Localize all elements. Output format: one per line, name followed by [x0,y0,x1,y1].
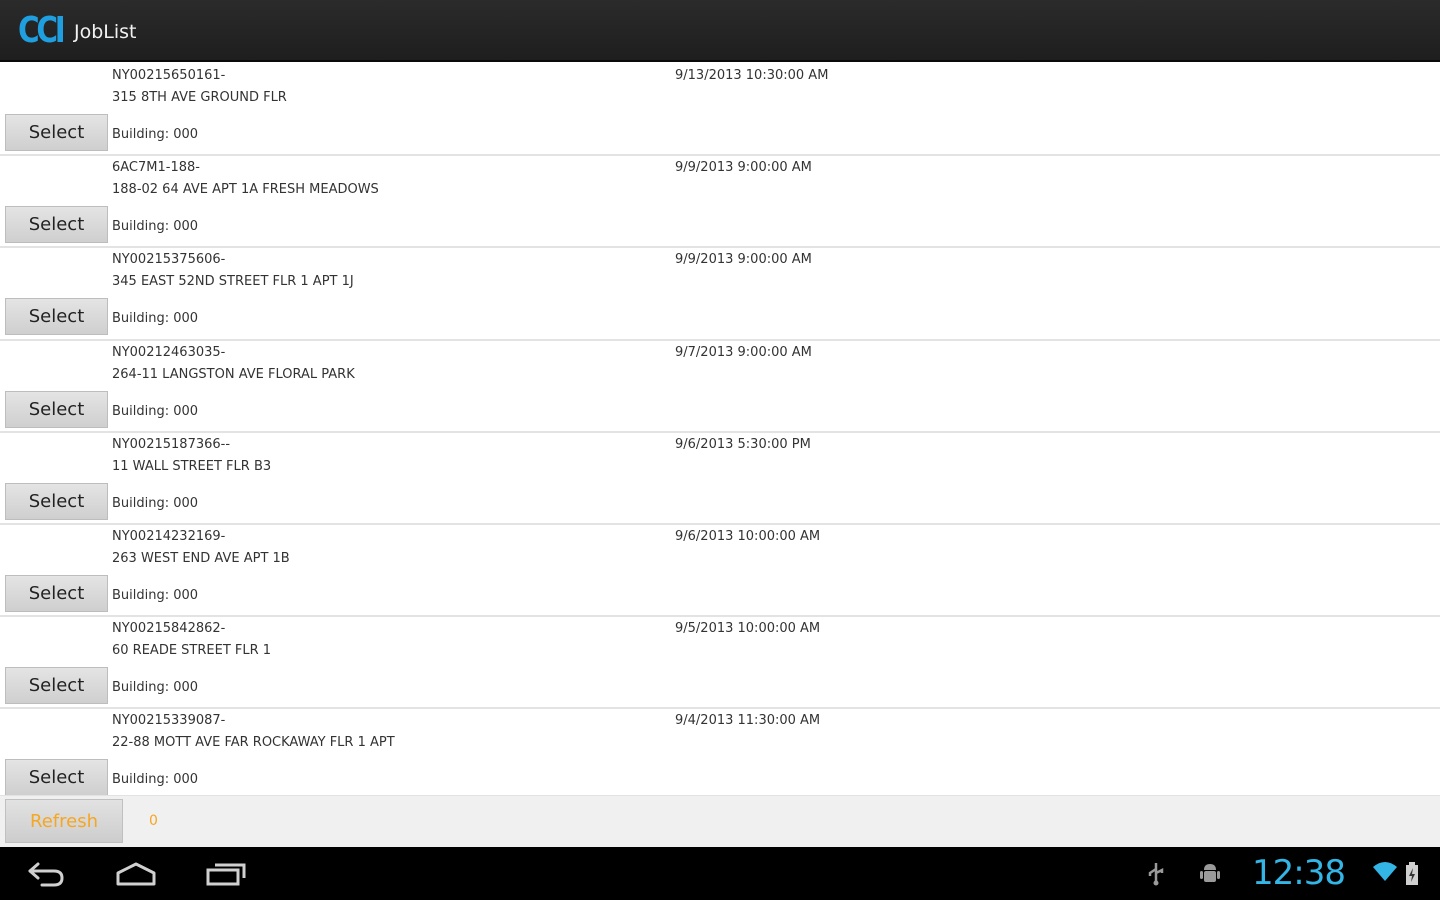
select-button[interactable]: Select [5,390,108,428]
select-button[interactable]: Select [5,114,108,151]
job-id: 6AC7M1-188- [112,160,200,176]
cci-logo: CCI [18,10,66,51]
job-id: NY00215842862- [112,621,226,637]
job-date: 9/9/2013 9:00:00 AM [675,252,812,268]
job-building: Building: 000 [112,772,199,788]
job-address: 263 WEST END AVE APT 1B [112,550,290,566]
job-id: NY00212463035- [112,344,226,360]
job-building: Building: 000 [112,587,199,603]
job-row: NY00215842862- 9/5/2013 10:00:00 AM 60 R… [0,617,1440,710]
job-building: Building: 000 [112,403,199,419]
job-date: 9/9/2013 9:00:00 AM [675,160,812,176]
job-address: 315 8TH AVE GROUND FLR [112,90,287,105]
job-address: 60 READE STREET FLR 1 [112,643,272,659]
job-address: 22-88 MOTT AVE FAR ROCKAWAY FLR 1 APT [112,735,395,751]
wifi-icon [1372,861,1398,883]
job-row: NY00215650161- 9/13/2013 10:30:00 AM 315… [0,64,1440,157]
job-row: NY00215375606- 9/9/2013 9:00:00 AM 345 E… [0,248,1440,341]
app-window: CCI JobList NY00215650161- 9/13/2013 10:… [0,0,1440,900]
job-row: NY00215187366-- 9/6/2013 5:30:00 PM 11 W… [0,433,1440,525]
app-title: JobList [74,21,137,43]
select-button[interactable]: Select [5,759,108,795]
recent-apps-icon[interactable] [196,857,256,891]
job-list[interactable]: NY00215650161- 9/13/2013 10:30:00 AM 315… [0,64,1440,795]
select-button[interactable]: Select [5,482,108,520]
job-id: NY00214232169- [112,528,226,544]
job-building: Building: 000 [112,680,199,696]
action-bar: CCI JobList [0,0,1440,62]
job-id: NY00215375606- [112,252,226,268]
job-address: 188-02 64 AVE APT 1A FRESH MEADOWS [112,182,379,198]
android-debug-icon [1198,861,1222,887]
job-date: 9/6/2013 5:30:00 PM [675,436,811,452]
battery-icon [1404,861,1420,887]
job-id: NY00215339087- [112,713,226,729]
job-building: Building: 000 [112,311,199,327]
job-address: 345 EAST 52ND STREET FLR 1 APT 1J [112,274,354,290]
select-button[interactable]: Select [5,206,108,244]
job-building: Building: 000 [112,127,199,142]
back-icon[interactable] [16,857,76,891]
job-id: NY00215187366-- [112,436,231,452]
job-date: 9/5/2013 10:00:00 AM [675,621,821,637]
select-button[interactable]: Select [5,298,108,336]
status-clock: 12:38 [1252,853,1346,893]
job-row: NY00215339087- 9/4/2013 11:30:00 AM 22-8… [0,709,1440,795]
job-date: 9/6/2013 10:00:00 AM [675,528,821,544]
job-building: Building: 000 [112,219,199,235]
job-address: 264-11 LANGSTON AVE FLORAL PARK [112,366,355,382]
usb-icon [1146,861,1166,887]
select-button[interactable]: Select [5,574,108,612]
refresh-button[interactable]: Refresh [5,799,123,843]
job-building: Building: 000 [112,495,199,511]
job-id: NY00215650161- [112,68,226,83]
job-count: 0 [149,813,158,829]
job-row: 6AC7M1-188- 9/9/2013 9:00:00 AM 188-02 6… [0,156,1440,249]
system-nav-bar: 12:38 [0,847,1440,900]
job-row: NY00212463035- 9/7/2013 9:00:00 AM 264-1… [0,341,1440,433]
home-icon[interactable] [106,857,166,891]
job-address: 11 WALL STREET FLR B3 [112,458,272,474]
job-date: 9/13/2013 10:30:00 AM [675,68,829,83]
job-row: NY00214232169- 9/6/2013 10:00:00 AM 263 … [0,525,1440,618]
job-date: 9/7/2013 9:00:00 AM [675,344,812,360]
job-date: 9/4/2013 11:30:00 AM [675,713,821,729]
bottom-toolbar: Refresh 0 [0,795,1440,847]
select-button[interactable]: Select [5,667,108,705]
